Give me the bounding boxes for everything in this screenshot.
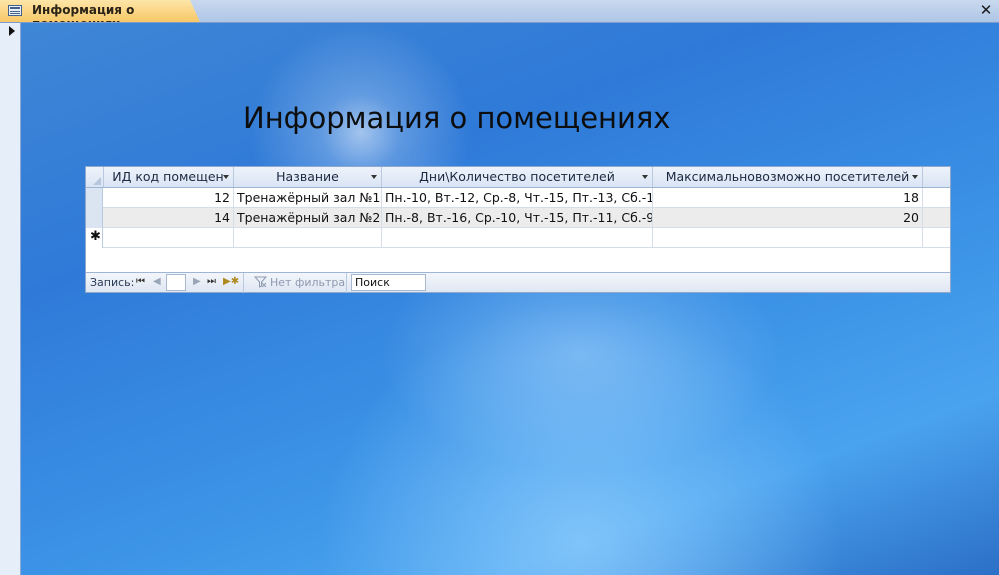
filter-status[interactable]: Нет фильтра xyxy=(270,276,345,289)
cell-id[interactable]: 14 xyxy=(103,208,234,228)
document-tab[interactable]: Информация о помещениях xyxy=(0,0,200,22)
first-record-icon[interactable]: ⏮ xyxy=(136,276,145,287)
column-header-label: ИД код помещен xyxy=(112,169,224,184)
column-header-name[interactable]: Название xyxy=(234,167,382,187)
cell-name[interactable] xyxy=(234,228,382,248)
document-tab-bar: Информация о помещениях ✕ xyxy=(0,0,999,23)
previous-record-icon[interactable]: ◀ xyxy=(153,276,161,287)
dropdown-arrow-icon[interactable] xyxy=(642,175,648,179)
column-header-label: Максимальновозможно посетителей xyxy=(665,169,910,184)
cell-max[interactable] xyxy=(653,228,923,248)
filter-icon xyxy=(253,275,268,291)
header-row: ИД код помещен Название Дни\Количество п… xyxy=(86,167,950,188)
column-header-label: Название xyxy=(276,169,339,184)
row-selector[interactable] xyxy=(86,188,103,208)
row-selector[interactable] xyxy=(86,208,103,228)
datasheet: ИД код помещен Название Дни\Количество п… xyxy=(85,166,951,293)
cell-schedule[interactable] xyxy=(382,228,653,248)
select-all-corner[interactable] xyxy=(86,167,104,187)
dropdown-arrow-icon[interactable] xyxy=(912,175,918,179)
cell-id[interactable] xyxy=(103,228,234,248)
cell-name[interactable]: Тренажёрный зал №2 xyxy=(234,208,382,228)
column-header-id[interactable]: ИД код помещен xyxy=(103,167,234,187)
dropdown-arrow-icon[interactable] xyxy=(223,175,229,179)
cell-schedule[interactable]: Пн.-10, Вт.-12, Ср.-8, Чт.-15, Пт.-13, С… xyxy=(382,188,653,208)
page-title: Информация о помещениях xyxy=(243,101,671,135)
form-record-selector[interactable] xyxy=(0,23,21,575)
column-header-max[interactable]: Максимальновозможно посетителей xyxy=(653,167,923,187)
divider xyxy=(346,273,347,293)
current-record-input[interactable] xyxy=(166,274,186,291)
divider xyxy=(243,273,244,293)
new-record-icon: ✱ xyxy=(90,229,101,244)
form-canvas: Информация о помещениях ИД код помещен Н… xyxy=(21,23,999,575)
close-button[interactable]: ✕ xyxy=(978,2,994,18)
new-record-row[interactable]: ✱ xyxy=(86,228,950,248)
cell-id[interactable]: 12 xyxy=(103,188,234,208)
cell-name[interactable]: Тренажёрный зал №1 xyxy=(234,188,382,208)
dropdown-arrow-icon[interactable] xyxy=(371,175,377,179)
cell-schedule[interactable]: Пн.-8, Вт.-16, Ср.-10, Чт.-15, Пт.-11, С… xyxy=(382,208,653,228)
next-record-icon[interactable]: ▶ xyxy=(193,276,201,287)
record-label: Запись: xyxy=(90,276,135,289)
form-icon xyxy=(8,5,22,16)
new-record-nav-icon[interactable]: ▶✱ xyxy=(223,276,239,287)
column-header-schedule[interactable]: Дни\Количество посетителей xyxy=(382,167,653,187)
cell-max[interactable]: 18 xyxy=(653,188,923,208)
current-record-arrow-icon xyxy=(9,26,15,36)
table-row[interactable]: 12 Тренажёрный зал №1 Пн.-10, Вт.-12, Ср… xyxy=(86,188,950,208)
cell-max[interactable]: 20 xyxy=(653,208,923,228)
column-header-label: Дни\Количество посетителей xyxy=(419,169,615,184)
row-selector[interactable]: ✱ xyxy=(86,228,103,248)
last-record-icon[interactable]: ⏭ xyxy=(207,276,216,287)
table-row[interactable]: 14 Тренажёрный зал №2 Пн.-8, Вт.-16, Ср.… xyxy=(86,208,950,228)
record-navigation-bar: Запись: ⏮ ◀ ▶ ⏭ ▶✱ Нет фильтра Поиск xyxy=(86,272,950,293)
search-input[interactable]: Поиск xyxy=(351,274,426,291)
